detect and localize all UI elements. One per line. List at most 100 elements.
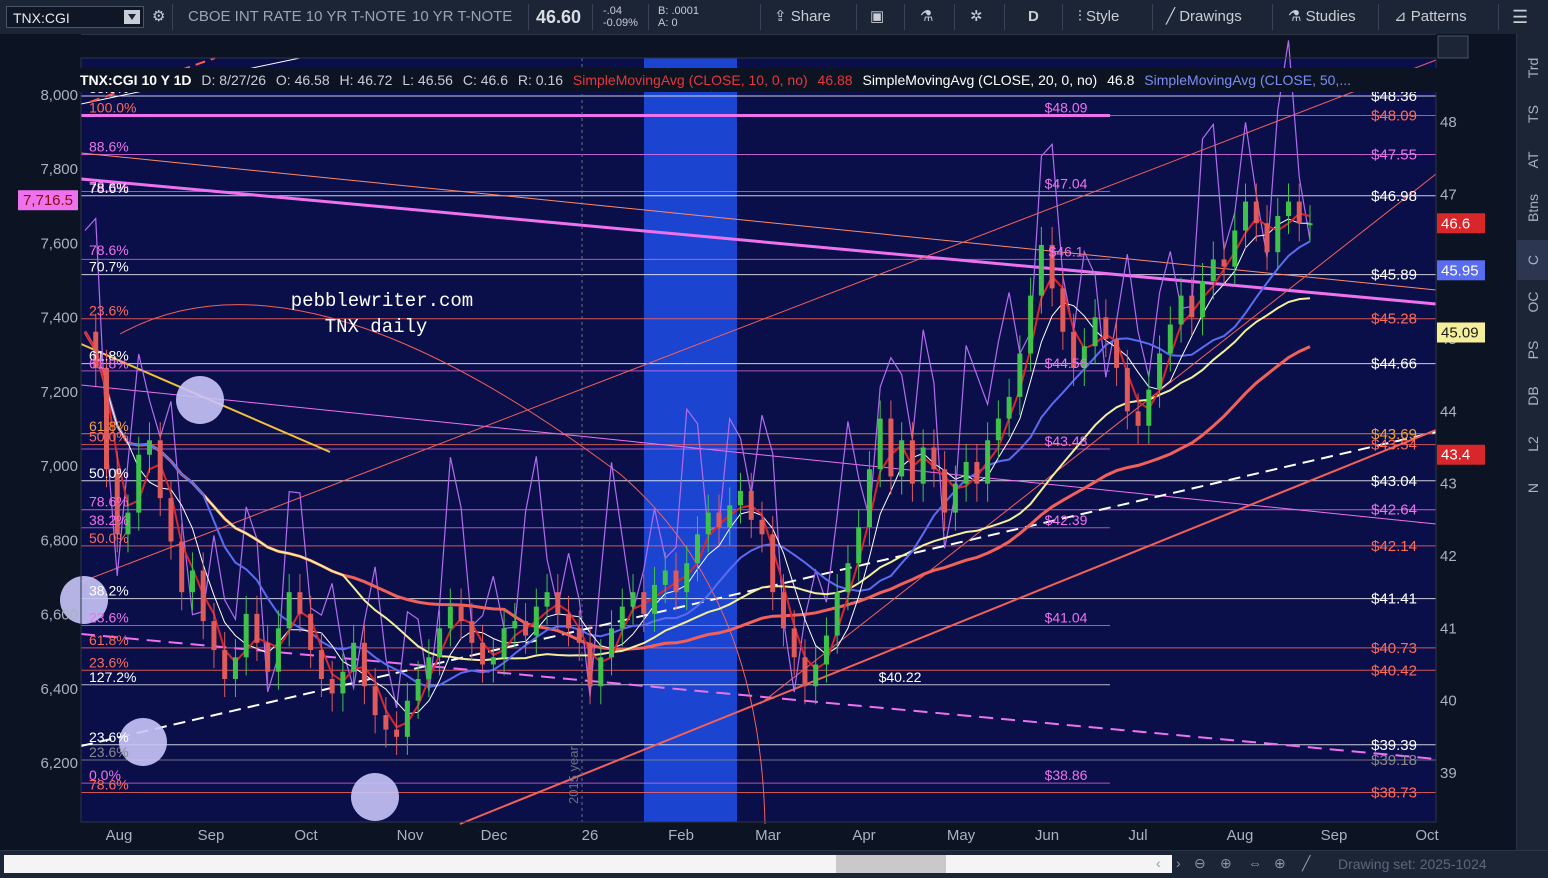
left-axis-tick: 7,600 — [40, 235, 78, 252]
side-tab-l2[interactable]: L2 — [1517, 424, 1548, 464]
x-axis-label: May — [947, 827, 976, 844]
candle-body — [1286, 201, 1292, 217]
studies-button[interactable]: ⚗ Studies — [1288, 0, 1356, 34]
x-axis-label: Jul — [1128, 827, 1147, 844]
fib-label: 78.6% — [89, 242, 129, 258]
side-tab-db[interactable]: DB — [1517, 376, 1548, 416]
share-button[interactable]: ⇪ Share — [774, 0, 831, 34]
candle-body — [780, 592, 786, 629]
scrollbar-thumb[interactable] — [836, 855, 946, 873]
chart-area[interactable]: 88.6%100.0%88.6%78.6%78.6%78.6%70.7%23.6… — [0, 34, 1516, 850]
left-axis-marker-label: 7,716.5 — [23, 192, 73, 209]
menu-icon[interactable]: ☰ — [1512, 0, 1528, 34]
candle-body — [619, 606, 625, 629]
candle-body — [1146, 389, 1152, 426]
left-axis-tick: 7,800 — [40, 161, 78, 178]
x-axis-label: Feb — [668, 827, 694, 844]
horizontal-scrollbar[interactable] — [4, 855, 1172, 873]
side-tab-label: PS — [1525, 340, 1541, 360]
level-label-mid: $47.04 — [1045, 175, 1088, 191]
candle-body — [737, 490, 743, 506]
candle-body — [275, 628, 281, 672]
price-tag-label: 46.6 — [1441, 215, 1470, 232]
side-tab-ps[interactable]: PS — [1517, 330, 1548, 370]
candle-body — [587, 642, 593, 687]
change-pct-value: -0.09% — [603, 17, 638, 29]
candle-body — [555, 592, 561, 614]
side-tab-trd[interactable]: Trd — [1517, 48, 1548, 88]
flask-icon[interactable]: ⚗ — [920, 0, 933, 34]
candle-body — [630, 592, 636, 607]
x-axis-label: Apr — [852, 827, 875, 844]
scroll-left-icon[interactable]: ‹ — [1156, 855, 1161, 871]
candle-body — [1221, 259, 1227, 267]
chart-subtitle: TNX daily — [325, 316, 428, 338]
side-tab-oc[interactable]: OC — [1517, 282, 1548, 322]
side-tab-label: DB — [1525, 386, 1541, 406]
candle-body — [512, 621, 518, 629]
candle-body — [845, 563, 851, 593]
level-label-mid: $48.09 — [1045, 99, 1088, 115]
right-axis-background — [1436, 34, 1516, 850]
candle-body — [931, 447, 937, 470]
candle-body — [523, 621, 529, 636]
candle-body — [1189, 295, 1195, 318]
marker-circle — [351, 773, 399, 821]
side-tab-at[interactable]: AT — [1517, 140, 1548, 180]
candle-body — [652, 584, 658, 614]
chart-status-line: TNX:CGI 10 Y 1D D: 8/27/26 O: 46.58 H: 4… — [80, 68, 1516, 92]
settings-icon[interactable]: ⚙ — [152, 0, 165, 34]
candle-body — [963, 461, 969, 484]
candle-body — [748, 490, 754, 520]
candle-body — [222, 650, 228, 679]
status-high: H: 46.72 — [339, 72, 393, 88]
left-axis-tick: 6,400 — [40, 681, 78, 698]
side-tab-ts[interactable]: TS — [1517, 94, 1548, 134]
level-label: $41.41 — [1371, 591, 1417, 608]
period-button[interactable]: D — [1028, 0, 1039, 34]
gear-icon[interactable]: ✲ — [970, 0, 983, 34]
crosshair-icon[interactable]: ⊕ — [1274, 855, 1286, 872]
level-label: $40.42 — [1371, 662, 1417, 679]
fib-label: 100.0% — [89, 99, 136, 115]
x-axis-label: Nov — [397, 827, 424, 844]
fib-label: 127.2% — [89, 669, 136, 685]
zoom-out-icon[interactable]: ⊖ — [1194, 855, 1206, 872]
zoom-in-icon[interactable]: ⊕ — [1220, 855, 1232, 872]
side-tab-c[interactable]: C — [1517, 240, 1548, 280]
side-tab-label: TS — [1525, 105, 1541, 123]
candle-body — [189, 570, 195, 593]
candle-body — [286, 592, 292, 629]
level-label-mid: $40.22 — [879, 669, 922, 685]
candle-body — [254, 613, 260, 643]
studies-label: Studies — [1305, 8, 1356, 25]
scroll-right-icon[interactable]: › — [1176, 855, 1181, 871]
side-tab-n[interactable]: N — [1517, 468, 1548, 508]
x-axis-label: 26 — [582, 827, 599, 844]
style-button[interactable]: ⫶ Style — [1078, 0, 1119, 34]
zoom-reset-icon[interactable]: ⇔ — [1248, 855, 1262, 871]
candle-body — [437, 628, 443, 658]
patterns-button[interactable]: ⊿ Patterns — [1394, 0, 1467, 34]
symbol-input[interactable]: TNX:CGI — [6, 6, 144, 28]
price-chart[interactable]: 88.6%100.0%88.6%78.6%78.6%78.6%70.7%23.6… — [0, 34, 1516, 850]
fib-label: 38.2% — [89, 512, 129, 528]
side-tab-btns[interactable]: Btns — [1517, 188, 1548, 228]
drawings-button[interactable]: ╱ Drawings — [1166, 0, 1242, 34]
candle-body — [318, 650, 324, 679]
candle-body — [920, 447, 926, 484]
candle-body — [1038, 244, 1044, 296]
drawing-tool-icon[interactable]: ╱ — [1302, 855, 1310, 872]
x-axis: Aug Sep Oct Nov Dec 26 Feb Mar Apr May Jun Jul Aug Se… — [81, 821, 1439, 844]
candle-body — [1028, 295, 1034, 354]
candle-body — [179, 541, 185, 593]
level-label: $39.18 — [1371, 752, 1417, 769]
candle-body — [1307, 223, 1313, 226]
candle-body — [426, 657, 432, 679]
side-tab-label: Btns — [1525, 193, 1541, 223]
fib-label: 50.0% — [89, 530, 129, 546]
candle-body — [383, 715, 389, 730]
x-axis-label: Aug — [106, 827, 133, 844]
symbol-dropdown-icon[interactable] — [124, 10, 140, 24]
quote-icon[interactable]: ▣ — [870, 0, 884, 34]
